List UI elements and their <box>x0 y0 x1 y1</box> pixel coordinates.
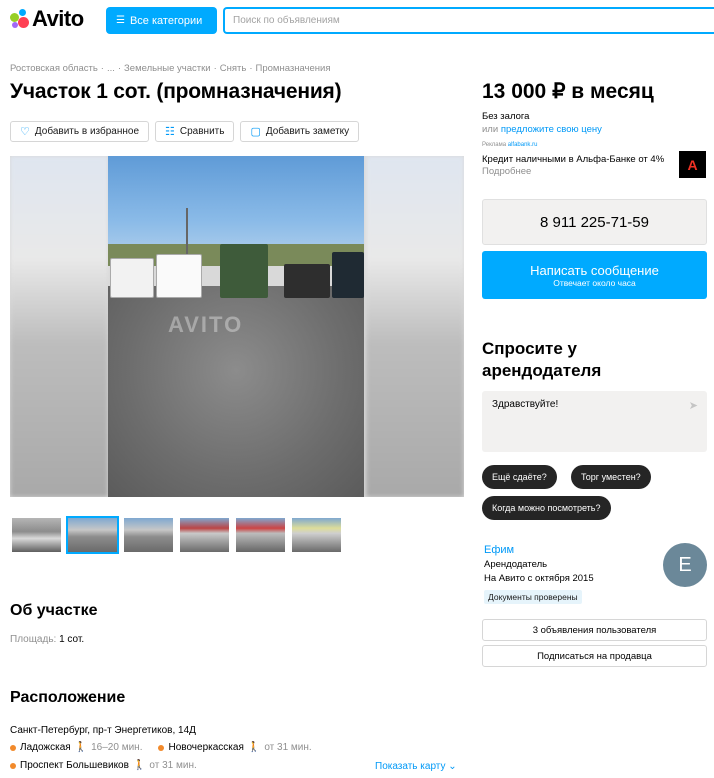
alfabank-logo-icon[interactable]: А <box>679 151 706 178</box>
quick-question-chip[interactable]: Ещё сдаёте? <box>482 465 557 489</box>
walk-icon: 🚶 <box>74 742 88 753</box>
thumbnail[interactable] <box>10 516 63 554</box>
seller-role: Арендодатель <box>484 559 548 570</box>
metro-dot-icon <box>10 762 16 769</box>
area-row: Площадь: 1 сот. <box>10 634 84 645</box>
photo-watermark: AVITO <box>168 312 244 337</box>
avatar[interactable]: E <box>663 543 707 587</box>
all-categories-button[interactable]: ☰ Все категории <box>106 7 217 34</box>
ad-text[interactable]: Кредит наличными в Альфа-Банке от 4% Под… <box>482 154 672 179</box>
add-note-button[interactable]: ▢ Добавить заметку <box>240 121 360 142</box>
logo-dots-icon <box>10 9 30 29</box>
page-title: Участок 1 сот. (промназначения) <box>10 80 342 103</box>
seller-name-link[interactable]: Ефим <box>484 544 514 556</box>
quick-question-chip[interactable]: Торг уместен? <box>571 465 651 489</box>
phone-number: 8 911 225-71-59 <box>540 213 649 231</box>
add-note-label: Добавить заметку <box>265 126 350 137</box>
thumbnail[interactable] <box>122 516 175 554</box>
message-text: Здравствуйте! <box>492 399 559 410</box>
breadcrumb-item[interactable]: Земельные участки <box>124 63 211 74</box>
add-favorite-button[interactable]: ♡ Добавить в избранное <box>10 121 150 142</box>
thumbnail[interactable] <box>178 516 231 554</box>
gallery-blur-right <box>366 156 464 497</box>
walk-icon: 🚶 <box>247 742 261 753</box>
breadcrumb-item[interactable]: Ростовская область <box>10 63 98 74</box>
metro-time: 16–20 мин. <box>91 742 143 753</box>
photo-gallery[interactable]: AVITO <box>10 156 464 497</box>
metro-dot-icon <box>10 744 16 751</box>
location-heading: Расположение <box>10 689 126 706</box>
add-favorite-label: Добавить в избранное <box>34 126 140 137</box>
response-time: Отвечает около часа <box>553 277 636 288</box>
breadcrumb-item[interactable]: Промназначения <box>256 63 331 74</box>
note-icon: ▢ <box>250 126 261 138</box>
main-photo[interactable]: AVITO <box>108 156 364 497</box>
thumbnail[interactable] <box>234 516 287 554</box>
compare-label: Сравнить <box>179 126 225 137</box>
offer-prefix: или <box>482 124 499 135</box>
write-message-label: Написать сообщение <box>530 262 659 278</box>
user-listings-button[interactable]: 3 объявления пользователя <box>482 619 707 641</box>
documents-verified-badge: Документы проверены <box>484 590 582 604</box>
send-icon[interactable]: ➤ <box>689 399 698 412</box>
message-textarea[interactable]: Здравствуйте! ➤ <box>482 391 707 452</box>
seller-since: На Авито с октября 2015 <box>484 573 594 584</box>
gallery-blur-left <box>10 156 108 497</box>
ask-heading: Спросите у арендодателя <box>482 339 602 381</box>
ad-more-link[interactable]: Подробнее <box>482 166 531 177</box>
offer-price-link[interactable]: предложите свою цену <box>501 124 602 135</box>
metro-row: Ладожская 🚶 16–20 мин. Новочеркасская 🚶 … <box>10 742 312 753</box>
search-input[interactable]: Поиск по объявлениям <box>223 7 714 34</box>
breadcrumb-item[interactable]: ... <box>107 63 115 74</box>
show-map-link[interactable]: Показать карту ⌄ <box>375 761 457 772</box>
compare-icon: ☷ <box>165 126 175 138</box>
all-categories-label: Все категории <box>129 14 203 27</box>
avito-logo[interactable]: Avito <box>10 6 84 31</box>
listing-actions: ♡ Добавить в избранное ☷ Сравнить ▢ Доба… <box>10 121 360 142</box>
thumbnail[interactable] <box>290 516 343 554</box>
logo-text: Avito <box>32 6 84 31</box>
compare-button[interactable]: ☷ Сравнить <box>155 121 235 142</box>
area-value: 1 сот. <box>59 634 85 645</box>
price: 13 000 ₽ в месяц <box>482 80 654 103</box>
categories-search-icon: ☰ <box>116 15 125 26</box>
area-label: Площадь: <box>10 634 57 645</box>
deposit-info: Без залога <box>482 111 530 122</box>
metro-name: Проспект Большевиков <box>20 760 129 771</box>
show-phone-button[interactable]: 8 911 225-71-59 <box>482 199 707 245</box>
thumbnail-strip <box>10 516 343 554</box>
metro-dot-icon <box>158 744 165 751</box>
subscribe-seller-button[interactable]: Подписаться на продавца <box>482 645 707 667</box>
breadcrumb-item[interactable]: Снять <box>220 63 247 74</box>
show-map-label: Показать карту <box>375 761 446 772</box>
metro-time: от 31 мин. <box>149 760 197 771</box>
chevron-down-icon: ⌄ <box>448 761 457 772</box>
ad-source-link[interactable]: alfabank.ru <box>508 142 538 148</box>
ad-text-main: Кредит наличными в Альфа-Банке от 4% <box>482 154 665 165</box>
breadcrumb: Ростовская область ·... · Земельные участки… <box>10 63 331 74</box>
metro-row: Проспект Большевиков 🚶 от 31 мин. <box>10 760 197 771</box>
thumbnail-active[interactable] <box>66 516 119 554</box>
ad-label-text: Реклама <box>482 142 507 148</box>
ad-label: Реклама alfabank.ru <box>482 142 537 148</box>
write-message-button[interactable]: Написать сообщение Отвечает около часа <box>482 251 707 299</box>
quick-question-chip[interactable]: Когда можно посмотреть? <box>482 496 611 520</box>
walk-icon: 🚶 <box>132 760 146 771</box>
metro-time: от 31 мин. <box>264 742 312 753</box>
about-heading: Об участке <box>10 602 98 619</box>
heart-icon: ♡ <box>20 126 30 138</box>
metro-name: Ладожская <box>20 742 71 753</box>
search-placeholder: Поиск по объявлениям <box>233 15 340 26</box>
metro-name: Новочеркасская <box>168 742 244 753</box>
offer-row: или предложите свою цену <box>482 124 602 135</box>
address: Санкт-Петербург, пр-т Энергетиков, 14Д <box>10 725 196 736</box>
